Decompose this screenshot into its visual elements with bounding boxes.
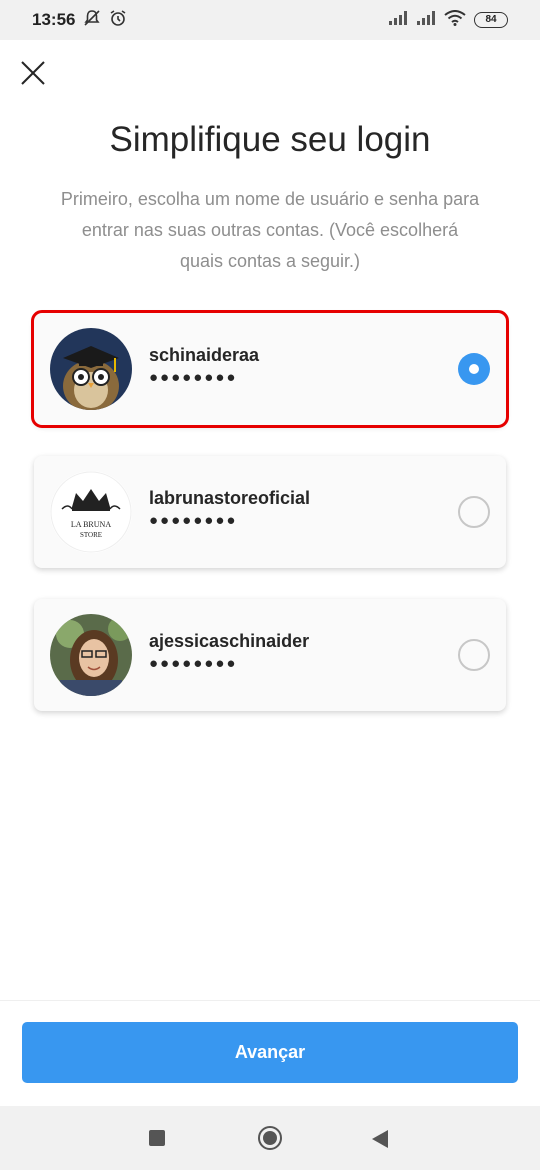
page-title: Simplifique seu login xyxy=(109,120,431,159)
status-time: 13:56 xyxy=(32,10,76,29)
avatar xyxy=(50,614,132,696)
status-bar: 13:56 84 xyxy=(0,0,540,40)
avatar: LA BRUNA STORE xyxy=(50,471,132,553)
account-card-ajessicaschinaider[interactable]: ajessicaschinaider ●●●●●●●● xyxy=(34,599,506,711)
next-button[interactable]: Avançar xyxy=(22,1022,518,1083)
divider xyxy=(0,1000,540,1001)
back-icon[interactable] xyxy=(372,1130,388,1148)
account-password-mask: ●●●●●●●● xyxy=(149,655,238,672)
alarm-icon xyxy=(109,9,127,32)
radio-unselected[interactable] xyxy=(458,496,490,528)
wifi-icon xyxy=(444,9,466,31)
notifications-off-icon xyxy=(83,9,101,32)
page-subtitle: Primeiro, escolha um nome de usuário e s… xyxy=(60,189,480,271)
signal-icon xyxy=(388,10,408,31)
account-password-mask: ●●●●●●●● xyxy=(149,512,238,529)
battery-icon: 84 xyxy=(474,12,508,28)
radio-unselected[interactable] xyxy=(458,639,490,671)
avatar-brand-text: LA BRUNA xyxy=(71,520,111,529)
signal-icon xyxy=(416,10,436,31)
close-button[interactable] xyxy=(18,58,48,88)
home-icon[interactable] xyxy=(258,1126,282,1150)
recents-icon[interactable] xyxy=(149,1130,165,1146)
radio-selected[interactable] xyxy=(458,353,490,385)
account-card-schinaideraa[interactable]: schinaideraa ●●●●●●●● xyxy=(31,310,509,428)
close-icon xyxy=(18,61,48,92)
avatar xyxy=(50,328,132,410)
account-card-labrunastoreoficial[interactable]: LA BRUNA STORE labrunastoreoficial ●●●●●… xyxy=(34,456,506,568)
avatar-brand-text-line2: STORE xyxy=(80,531,102,539)
status-right: 84 xyxy=(388,9,540,31)
account-password-mask: ●●●●●●●● xyxy=(149,369,238,386)
status-left: 13:56 xyxy=(0,9,127,32)
system-nav-bar xyxy=(0,1106,540,1170)
account-username: schinaideraa xyxy=(149,345,260,365)
account-username: ajessicaschinaider xyxy=(149,631,310,651)
account-username: labrunastoreoficial xyxy=(149,488,311,508)
